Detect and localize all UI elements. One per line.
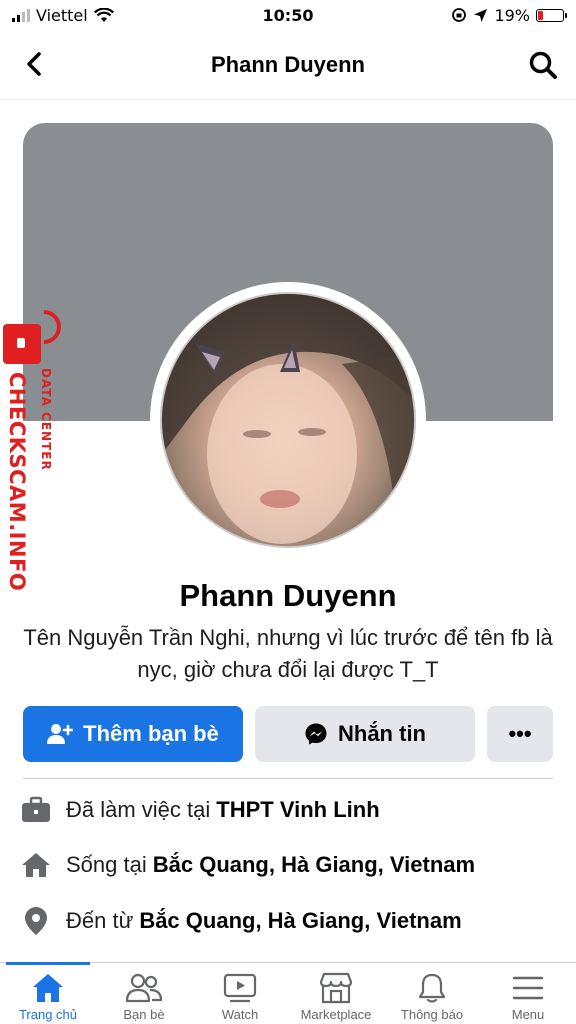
more-options-button[interactable]: ••• <box>487 706 553 762</box>
profile-name: Phann Duyenn <box>179 578 397 613</box>
watermark-logo: CHECKSCAM.INFO DATA CENTER <box>3 302 69 592</box>
bottom-tab-bar: Trang chủ Bạn bè Watch Marketplace Thông… <box>0 962 576 1024</box>
add-friend-button[interactable]: Thêm bạn bè <box>23 706 243 762</box>
detail-lives-in: Sống tại Bắc Quang, Hà Giang, Vietnam <box>20 845 560 885</box>
cellular-signal-icon <box>12 8 30 22</box>
chevron-left-icon <box>27 52 41 76</box>
watermark-brand: CHECKSCAM.INFO <box>5 372 29 592</box>
tab-watch-label: Watch <box>221 1007 259 1022</box>
tab-watch[interactable]: Watch <box>192 963 288 1024</box>
avatar-image <box>162 294 414 546</box>
top-navigation: Phann Duyenn <box>0 30 576 100</box>
tab-notifications[interactable]: Thông báo <box>384 963 480 1024</box>
tab-home-label: Trang chủ <box>18 1007 78 1022</box>
detail-lives-in-value[interactable]: Bắc Quang, Hà Giang, Vietnam <box>153 852 475 878</box>
menu-icon <box>510 971 546 1005</box>
carrier-name: Viettel <box>36 5 88 25</box>
detail-from-value[interactable]: Bắc Quang, Hà Giang, Vietnam <box>139 908 461 934</box>
tab-notifications-label: Thông báo <box>400 1007 464 1022</box>
wifi-icon <box>93 7 114 22</box>
bell-icon <box>414 971 450 1005</box>
status-bar-left: Viettel <box>12 6 114 25</box>
watermark-subtitle: DATA CENTER <box>39 368 53 471</box>
tab-menu-label: Menu <box>511 1007 545 1022</box>
search-button[interactable] <box>526 48 560 82</box>
tab-friends-label: Bạn bè <box>123 1007 165 1022</box>
battery-icon <box>536 8 567 22</box>
home-icon <box>30 971 66 1005</box>
detail-lives-in-prefix: Sống tại <box>66 852 147 877</box>
page-title: Phann Duyenn <box>210 51 365 77</box>
back-button[interactable] <box>18 48 50 80</box>
home-icon <box>20 849 52 881</box>
status-bar-right: 19% <box>451 5 567 25</box>
profile-avatar[interactable] <box>160 292 416 548</box>
divider <box>23 778 553 779</box>
profile-bio: Tên Nguyễn Trần Nghi, nhưng vì lúc trước… <box>23 625 553 682</box>
location-pin-icon <box>20 905 52 937</box>
detail-from-prefix: Đến từ <box>66 908 134 933</box>
tab-marketplace-label: Marketplace <box>300 1007 372 1022</box>
detail-work-value[interactable]: THPT Vinh Linh <box>216 797 379 823</box>
tab-menu[interactable]: Menu <box>480 963 576 1024</box>
briefcase-icon <box>20 794 52 826</box>
watch-icon <box>222 971 258 1005</box>
detail-work: Đã làm việc tại THPT Vinh Linh <box>20 790 560 830</box>
detail-work-prefix: Đã làm việc tại <box>66 797 211 822</box>
tab-friends[interactable]: Bạn bè <box>96 963 192 1024</box>
message-label: Nhắn tin <box>338 721 426 746</box>
tab-marketplace[interactable]: Marketplace <box>288 963 384 1024</box>
lock-keyhole <box>17 338 25 348</box>
message-button[interactable]: Nhắn tin <box>255 706 475 762</box>
more-options-icon: ••• <box>508 721 532 746</box>
battery-percent: 19% <box>494 5 530 25</box>
messenger-icon <box>305 723 327 745</box>
add-friend-icon <box>47 724 74 744</box>
detail-from: Đến từ Bắc Quang, Hà Giang, Vietnam <box>20 901 560 941</box>
battery-level <box>538 10 543 20</box>
tab-home[interactable]: Trang chủ <box>0 962 96 1024</box>
location-arrow-icon <box>474 8 488 22</box>
friends-icon <box>126 971 162 1005</box>
status-bar: Viettel 10:50 19% <box>0 0 576 30</box>
search-icon <box>529 51 557 79</box>
orientation-lock-icon <box>452 8 467 22</box>
marketplace-icon <box>318 971 354 1005</box>
add-friend-label: Thêm bạn bè <box>83 721 219 746</box>
